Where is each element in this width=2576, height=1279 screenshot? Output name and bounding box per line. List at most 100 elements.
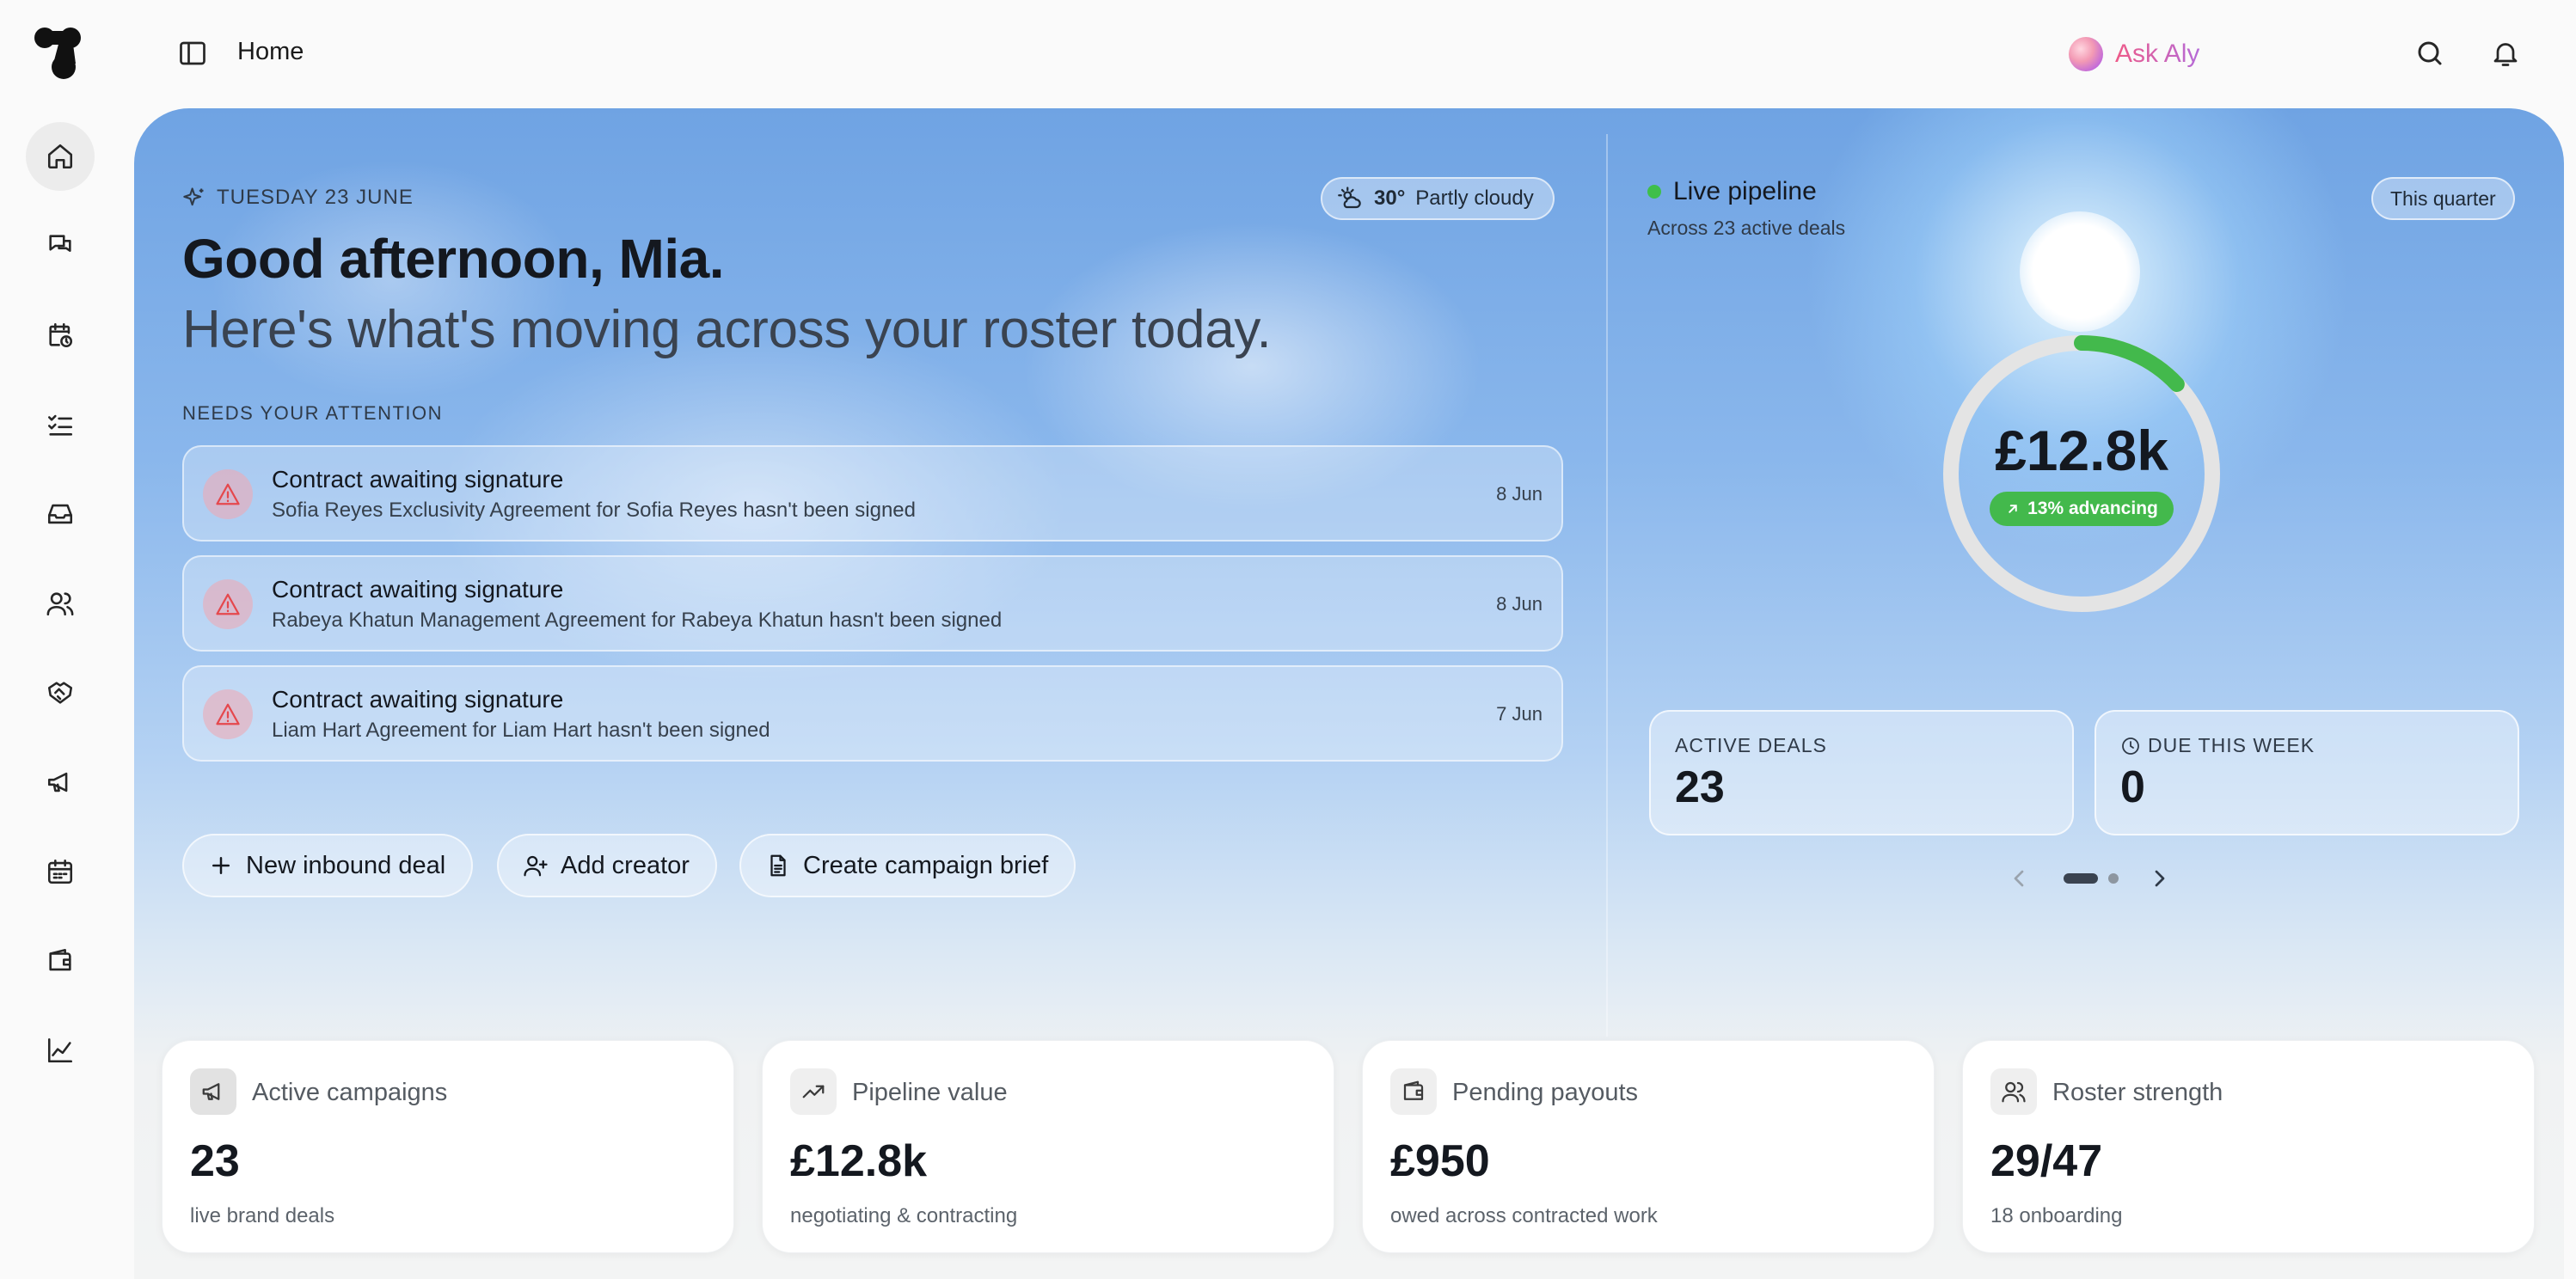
carousel-next-button[interactable]: [2146, 865, 2174, 892]
due-this-week-value: 0: [2120, 762, 2145, 812]
wallet-icon: [49, 948, 71, 971]
plus-icon: [212, 857, 230, 874]
sidebar-item-inbox[interactable]: [26, 480, 95, 548]
advancing-badge: 13% advancing: [1990, 492, 2174, 526]
metric-subtitle: live brand deals: [190, 1204, 335, 1227]
create-campaign-brief-label: Create campaign brief: [803, 851, 1049, 879]
metric-title: Pipeline value: [852, 1079, 1008, 1106]
sun-decoration: [2020, 211, 2140, 332]
attention-section-label: NEEDS YOUR ATTENTION: [182, 402, 444, 424]
alert-date: 8 Jun: [1496, 483, 1543, 505]
date-row: TUESDAY 23 JUNE: [182, 186, 414, 210]
calendar-icon: [47, 859, 73, 884]
chart-line-icon: [47, 1037, 73, 1063]
sidebar-item-home[interactable]: [26, 122, 95, 191]
sidebar-item-payments[interactable]: [26, 927, 95, 995]
due-this-week-stat: DUE THIS WEEK 0: [2095, 710, 2519, 835]
search-icon: [2418, 41, 2442, 65]
alert-title: Contract awaiting signature: [272, 576, 564, 603]
add-creator-button[interactable]: Add creator: [497, 834, 717, 897]
clock-icon: [2122, 737, 2139, 755]
app-logo[interactable]: [33, 26, 88, 81]
metric-subtitle: negotiating & contracting: [790, 1204, 1018, 1227]
wallet-icon: [1390, 1068, 1437, 1115]
sidebar-item-campaigns[interactable]: [26, 748, 95, 817]
notifications-button[interactable]: [2490, 38, 2521, 69]
carousel-prev-button[interactable]: [2005, 865, 2033, 892]
home-icon: [47, 144, 73, 169]
trending-up-icon: [790, 1068, 837, 1115]
megaphone-icon: [190, 1068, 236, 1115]
hero-divider: [1606, 134, 1608, 1037]
inbox-icon: [47, 504, 73, 524]
metric-subtitle: 18 onboarding: [1990, 1204, 2123, 1227]
carousel-dot-active[interactable]: [2064, 873, 2098, 884]
search-button[interactable]: [2414, 38, 2445, 69]
warning-icon: [203, 469, 253, 519]
page-title: Home: [237, 38, 304, 65]
ask-aly-label: Ask Aly: [2115, 40, 2200, 68]
greeting-heading: Good afternoon, Mia.: [182, 228, 724, 290]
sidebar-item-analytics[interactable]: [26, 1016, 95, 1085]
live-pipeline-title: Live pipeline: [1673, 177, 1817, 205]
alert-title: Contract awaiting signature: [272, 686, 564, 713]
alert-title: Contract awaiting signature: [272, 466, 564, 493]
metric-card-roster-strength[interactable]: Roster strength 29/47 18 onboarding: [1962, 1040, 2535, 1253]
checklist-icon: [47, 414, 73, 436]
new-inbound-deal-label: New inbound deal: [246, 851, 446, 879]
weather-pill: 30° Partly cloudy: [1321, 177, 1555, 220]
carousel-dot[interactable]: [2108, 873, 2119, 884]
live-status-dot: [1647, 185, 1661, 199]
current-date: TUESDAY 23 JUNE: [217, 186, 414, 209]
alert-item[interactable]: Contract awaiting signature Rabeya Khatu…: [182, 555, 1563, 652]
period-selector[interactable]: This quarter: [2371, 177, 2515, 220]
sidebar-item-calendar[interactable]: [26, 837, 95, 906]
arrow-up-right-icon: [2009, 505, 2017, 513]
warning-icon: [203, 689, 253, 739]
warning-icon: [203, 579, 253, 629]
weather-condition: Partly cloudy: [1415, 187, 1534, 210]
create-campaign-brief-button[interactable]: Create campaign brief: [739, 834, 1076, 897]
metric-title: Pending payouts: [1452, 1079, 1639, 1106]
sidebar-item-deals[interactable]: [26, 658, 95, 727]
pipeline-value: £12.8k: [1995, 419, 2168, 482]
active-deals-label: ACTIVE DEALS: [1675, 734, 1827, 756]
live-pipeline-heading: Live pipeline: [1647, 177, 1817, 206]
active-deals-stat: ACTIVE DEALS 23: [1649, 710, 2074, 835]
handshake-icon: [47, 682, 73, 704]
users-icon: [1990, 1068, 2037, 1115]
metric-card-pending-payouts[interactable]: Pending payouts £950 owed across contrac…: [1362, 1040, 1935, 1253]
user-plus-icon: [524, 855, 548, 877]
bell-icon: [2493, 43, 2518, 66]
due-this-week-label: DUE THIS WEEK: [2148, 734, 2315, 756]
sidebar-item-schedule[interactable]: [26, 301, 95, 370]
add-creator-label: Add creator: [561, 851, 690, 879]
alert-item[interactable]: Contract awaiting signature Liam Hart Ag…: [182, 665, 1563, 762]
megaphone-icon: [47, 772, 68, 792]
ask-aly-button[interactable]: Ask Aly: [2069, 34, 2199, 74]
alert-item[interactable]: Contract awaiting signature Sofia Reyes …: [182, 445, 1563, 542]
sidebar-item-creators[interactable]: [26, 569, 95, 638]
new-inbound-deal-button[interactable]: New inbound deal: [182, 834, 474, 897]
active-deals-value: 23: [1675, 762, 1725, 812]
metric-value: £12.8k: [790, 1136, 928, 1186]
calendar-clock-icon: [49, 322, 73, 348]
chevron-right-icon: [2155, 870, 2165, 887]
metric-card-active-campaigns[interactable]: Active campaigns 23 live brand deals: [162, 1040, 734, 1253]
sparkle-icon: [183, 187, 204, 206]
users-icon: [46, 592, 74, 616]
advancing-badge-label: 13% advancing: [2027, 499, 2158, 518]
logo-icon: [34, 28, 81, 79]
metric-value: £950: [1390, 1136, 1490, 1186]
metric-subtitle: owed across contracted work: [1390, 1204, 1658, 1227]
top-header: Home: [126, 0, 2576, 108]
alert-description: Liam Hart Agreement for Liam Hart hasn't…: [272, 719, 770, 742]
metric-card-pipeline-value[interactable]: Pipeline value £12.8k negotiating & cont…: [762, 1040, 1334, 1253]
sidebar-item-messages[interactable]: [26, 211, 95, 280]
alert-date: 7 Jun: [1496, 703, 1543, 725]
sidebar-toggle-button[interactable]: [177, 38, 208, 69]
alert-date: 8 Jun: [1496, 593, 1543, 615]
sidebar-item-tasks[interactable]: [26, 390, 95, 459]
alert-description: Sofia Reyes Exclusivity Agreement for So…: [272, 499, 916, 522]
metric-title: Roster strength: [2052, 1079, 2223, 1106]
